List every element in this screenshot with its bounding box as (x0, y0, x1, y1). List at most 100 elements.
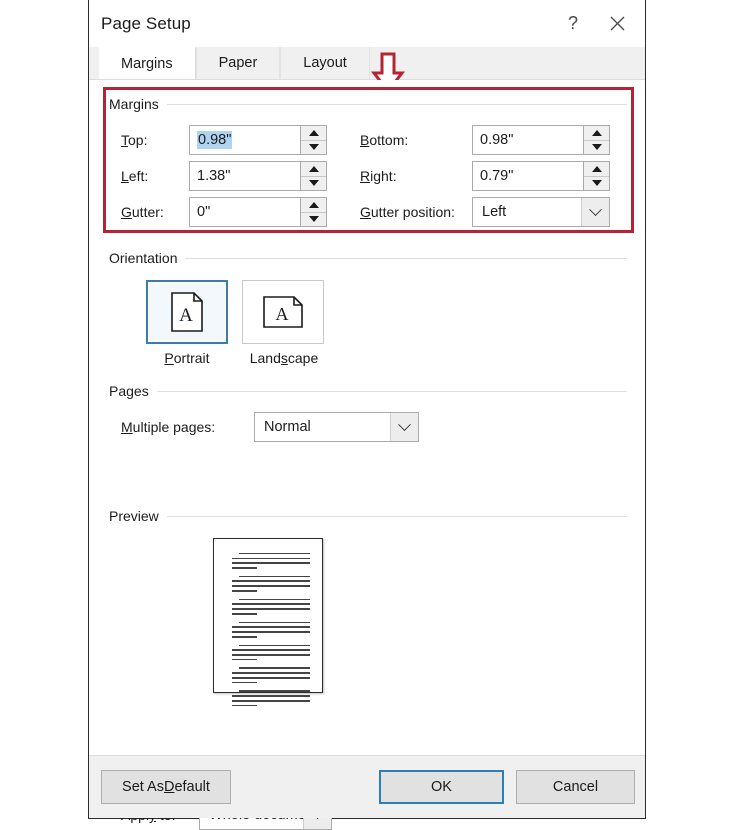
triangle-up-icon (591, 165, 602, 172)
cancel-button[interactable]: Cancel (516, 770, 635, 804)
left-margin-value-wrap: 1.38" (190, 162, 300, 190)
gutter-position-label-rest: utter position: (370, 204, 455, 220)
close-icon (610, 16, 624, 31)
bottom-margin-label: Bottom: (360, 132, 409, 148)
preview-page (213, 538, 323, 707)
multiple-pages-select[interactable]: Normal (254, 412, 419, 442)
top-margin-spin-up[interactable] (301, 126, 326, 141)
preview-text-line (232, 672, 311, 674)
preview-text-line (232, 612, 258, 615)
preview-page-lines (232, 552, 311, 714)
page-setup-dialog: Page Setup ? Margins Paper Layout Margin… (88, 0, 646, 830)
preview-text-line (232, 631, 311, 633)
gutter-position-dropdown-button[interactable] (581, 198, 609, 226)
preview-text-line (238, 690, 311, 692)
svg-text:A: A (179, 305, 193, 326)
title-bar: Page Setup ? (89, 0, 645, 47)
right-margin-spinner[interactable] (583, 162, 609, 190)
right-margin-value: 0.79" (480, 168, 514, 184)
preview-text-line (232, 626, 311, 628)
preview-paragraph (232, 644, 311, 661)
margins-legend: Margins (109, 96, 627, 112)
preview-text-line (238, 598, 311, 601)
top-margin-spinner[interactable] (300, 126, 326, 154)
preview-group: Preview (109, 508, 627, 718)
tab-margins[interactable]: Margins (99, 47, 196, 79)
preview-text-line (238, 644, 311, 647)
gutter-spin-down[interactable] (301, 212, 326, 226)
close-button[interactable] (595, 5, 639, 43)
preview-text-line (232, 649, 311, 651)
gutter-position-select[interactable]: Left (472, 197, 610, 227)
pages-group: Pages Multiple pages: Normal (109, 383, 627, 443)
preview-text-line (232, 580, 311, 583)
orientation-legend: Orientation (109, 250, 627, 266)
help-button[interactable]: ? (551, 5, 595, 43)
tab-margins-label: Margins (121, 55, 173, 72)
preview-text-line (232, 567, 258, 569)
multiple-pages-label: Multiple pages: (121, 419, 216, 435)
preview-text-line (232, 635, 258, 638)
preview-paragraph (232, 621, 311, 638)
margins-group: Margins Top: 0.98" Bottom: 0.98" Left: 1… (109, 96, 627, 227)
pages-legend-rule (156, 390, 627, 392)
preview-text-line (232, 608, 311, 610)
preview-paragraph (232, 667, 311, 684)
cancel-button-label: Cancel (552, 779, 599, 795)
right-margin-input[interactable]: 0.79" (472, 161, 610, 191)
bottom-margin-spin-up[interactable] (584, 126, 609, 141)
preview-legend-label: Preview (109, 508, 159, 524)
triangle-down-icon (591, 144, 602, 151)
gutter-spin-up[interactable] (301, 198, 326, 213)
top-margin-input[interactable]: 0.98" (189, 125, 327, 155)
top-margin-value-wrap: 0.98" (190, 126, 300, 154)
chevron-down-icon (589, 202, 602, 216)
preview-text-line (238, 575, 311, 578)
triangle-down-icon (308, 216, 319, 223)
svg-text:A: A (276, 304, 289, 324)
gutter-position-value-wrap: Left (473, 198, 581, 226)
top-label-rest: op: (128, 132, 148, 148)
top-margin-spin-down[interactable] (301, 140, 326, 154)
tab-paper[interactable]: Paper (195, 47, 281, 79)
right-margin-spin-up[interactable] (584, 162, 609, 177)
bottom-label-rest: ottom: (369, 132, 409, 148)
orientation-landscape-label: Landscape (249, 350, 319, 366)
ok-button[interactable]: OK (379, 770, 504, 804)
orientation-legend-label: Orientation (109, 250, 178, 266)
preview-text-line (238, 667, 311, 670)
preview-text-line (232, 658, 258, 661)
left-margin-value: 1.38" (197, 168, 231, 184)
tab-layout[interactable]: Layout (280, 47, 370, 79)
bottom-margin-input[interactable]: 0.98" (472, 125, 610, 155)
bottom-margin-spinner[interactable] (583, 126, 609, 154)
pages-legend-label: Pages (109, 383, 149, 399)
preview-text-line (232, 681, 258, 684)
left-margin-spin-up[interactable] (301, 162, 326, 177)
gutter-spinner[interactable] (300, 198, 326, 226)
preview-text-line (238, 621, 311, 624)
landscape-page-icon: A (263, 296, 303, 328)
left-margin-spinner[interactable] (300, 162, 326, 190)
top-margin-label: Top: (121, 132, 148, 148)
right-margin-value-wrap: 0.79" (473, 162, 583, 190)
dialog-body: Margins Top: 0.98" Bottom: 0.98" Left: 1… (89, 80, 645, 830)
preview-legend: Preview (109, 508, 627, 524)
preview-text-line (232, 557, 311, 560)
preview-text-line (232, 562, 311, 564)
ok-button-label: OK (431, 779, 452, 795)
preview-text-line (232, 603, 311, 606)
set-as-default-button[interactable]: Set As Default (101, 770, 231, 804)
margins-legend-rule (166, 103, 627, 105)
multiple-pages-dropdown-button[interactable] (390, 413, 418, 441)
top-margin-value: 0.98" (197, 131, 233, 149)
bottom-margin-spin-down[interactable] (584, 140, 609, 154)
left-margin-input[interactable]: 1.38" (189, 161, 327, 191)
right-label-rest: ight: (370, 168, 397, 184)
orientation-landscape-tile[interactable]: A (242, 280, 324, 344)
right-margin-label: Right: (360, 168, 397, 184)
right-margin-spin-down[interactable] (584, 176, 609, 190)
orientation-portrait-tile[interactable]: A (146, 280, 228, 344)
gutter-input[interactable]: 0" (189, 197, 327, 227)
left-margin-spin-down[interactable] (301, 176, 326, 190)
